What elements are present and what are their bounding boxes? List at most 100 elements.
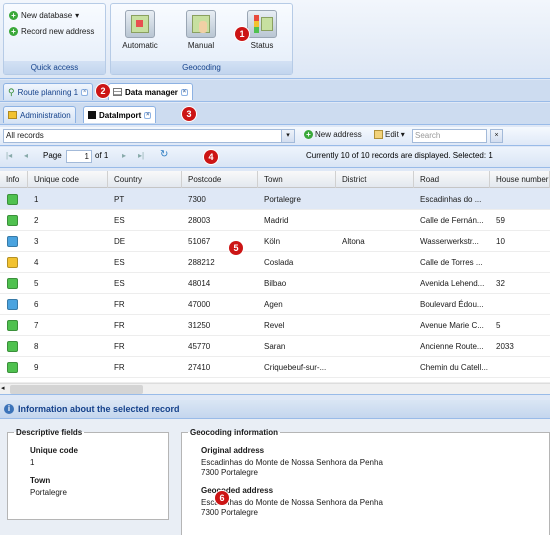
cell-house-number: [490, 294, 550, 315]
cell-postcode: 28003: [188, 216, 211, 225]
tab-dataimport[interactable]: DataImport ×: [83, 106, 157, 123]
status-blue-icon: [7, 299, 18, 310]
cell-country: FR: [114, 300, 125, 309]
record-new-address-button[interactable]: + Record new address: [9, 27, 94, 36]
cell-house-number: [490, 357, 550, 378]
tab-administration[interactable]: Administration: [3, 106, 76, 123]
callout-badge-3: 3: [182, 107, 196, 121]
info-panel-header: i Information about the selected record: [0, 400, 550, 419]
cell-town: Bilbao: [264, 279, 287, 288]
info-icon: i: [4, 404, 14, 414]
cell-road: Escadinhas do ...: [420, 195, 482, 204]
page-number-input[interactable]: 1: [66, 150, 92, 163]
cell-house-number: [490, 252, 550, 273]
cell-house-number: 59: [496, 216, 505, 225]
status-icon: [247, 10, 277, 38]
town-label: Town: [30, 476, 51, 485]
callout-badge-5: 5: [229, 241, 243, 255]
record-filter-select[interactable]: All records ▾: [3, 129, 295, 143]
page-label: Page: [43, 151, 62, 160]
new-address-button[interactable]: + New address: [304, 130, 362, 139]
tab-administration-label: Administration: [20, 110, 71, 120]
cell-town: Portalegre: [264, 195, 301, 204]
tab-data-manager[interactable]: Data manager ×: [108, 83, 193, 100]
tab-data-manager-label: Data manager: [125, 87, 178, 97]
column-header-postcode[interactable]: Postcode: [182, 171, 258, 188]
status-green-icon: [7, 341, 18, 352]
record-toolbar: All records ▾ + New address Edit ▾ Searc…: [0, 127, 550, 146]
cell-town: Criquebeuf-sur-...: [264, 363, 327, 372]
quick-access-group: + New database ▾ + Record new address Qu…: [3, 3, 106, 75]
table-row[interactable]: 6 FR 47000 Agen Boulevard Édou...: [0, 294, 550, 315]
geocoded-address-line2: 7300 Portalegre: [201, 508, 258, 517]
column-header-district[interactable]: District: [336, 171, 414, 188]
scroll-left-icon[interactable]: ◂: [1, 384, 5, 392]
table-row[interactable]: 4 ES 288212 Coslada Calle de Torres ...: [0, 252, 550, 273]
cell-road: Calle de Torres ...: [420, 258, 483, 267]
status-green-icon: [7, 215, 18, 226]
quick-access-caption: Quick access: [4, 61, 105, 74]
cell-town: Köln: [264, 237, 281, 246]
cell-unique-code: 7: [34, 321, 39, 330]
table-row[interactable]: 2 ES 28003 Madrid Calle de Fernán... 59: [0, 210, 550, 231]
table-row[interactable]: 8 FR 45770 Saran Ancienne Route... 2033: [0, 336, 550, 357]
horizontal-scrollbar[interactable]: ◂: [0, 383, 550, 394]
geocoded-address-label: Geocoded address: [201, 486, 274, 495]
descriptive-fields-box: Descriptive fields Unique code 1 Town Po…: [7, 428, 169, 520]
table-row[interactable]: 5 ES 48014 Bilbao Avenida Lehend... 32: [0, 273, 550, 294]
prev-page-icon[interactable]: ◂: [24, 151, 28, 160]
dropdown-arrow-icon: ▾: [400, 130, 405, 139]
column-header-road[interactable]: Road: [414, 171, 490, 188]
tab-route-planning[interactable]: ⚲ Route planning 1 ×: [3, 83, 94, 100]
column-header-country[interactable]: Country: [108, 171, 182, 188]
search-input[interactable]: Search: [412, 129, 487, 143]
cell-postcode: 27410: [188, 363, 211, 372]
cell-town: Saran: [264, 342, 286, 351]
refresh-icon[interactable]: ↻: [160, 149, 168, 160]
close-icon[interactable]: ×: [144, 111, 152, 119]
manual-button[interactable]: Manual: [176, 8, 226, 58]
column-header-house-number[interactable]: House number: [490, 171, 550, 188]
geocoding-information-box: Geocoding information Original address E…: [181, 428, 550, 535]
dropdown-arrow-icon: ▾: [75, 11, 80, 20]
sub-tab-bar: Administration DataImport ×: [0, 103, 550, 125]
geocoding-caption: Geocoding: [111, 61, 292, 74]
close-icon[interactable]: ×: [180, 88, 188, 96]
last-page-icon[interactable]: ▸|: [138, 151, 144, 160]
cell-country: FR: [114, 342, 125, 351]
cell-road: Boulevard Édou...: [420, 300, 484, 309]
cell-road: Avenida Lehend...: [420, 279, 485, 288]
cell-unique-code: 2: [34, 216, 39, 225]
next-page-icon[interactable]: ▸: [122, 151, 126, 160]
edit-button[interactable]: Edit ▾: [374, 130, 405, 139]
table-row[interactable]: 7 FR 31250 Revel Avenue Marie C... 5: [0, 315, 550, 336]
cell-postcode: 31250: [188, 321, 211, 330]
cell-unique-code: 6: [34, 300, 39, 309]
plus-icon: +: [9, 27, 18, 36]
automatic-button[interactable]: Automatic: [115, 8, 165, 58]
ribbon: + New database ▾ + Record new address Qu…: [0, 0, 550, 79]
cell-country: FR: [114, 321, 125, 330]
first-page-icon[interactable]: |◂: [6, 151, 12, 160]
cell-house-number: 5: [496, 321, 501, 330]
cell-house-number: 32: [496, 279, 505, 288]
column-header-unique-code[interactable]: Unique code: [28, 171, 108, 188]
status-label: Status: [250, 41, 274, 50]
chevron-down-icon[interactable]: ▾: [281, 130, 294, 142]
column-header-town[interactable]: Town: [258, 171, 336, 188]
cell-unique-code: 3: [34, 237, 39, 246]
edit-icon: [374, 130, 383, 139]
table-row[interactable]: 3 DE 51067 Köln Altona Wasserwerkstr... 10: [0, 231, 550, 252]
scrollbar-thumb[interactable]: [10, 385, 143, 394]
records-status: Currently 10 of 10 records are displayed…: [306, 151, 493, 160]
status-blue-icon: [7, 236, 18, 247]
table-row[interactable]: 1 PT 7300 Portalegre Escadinhas do ...: [0, 189, 550, 210]
table-row[interactable]: 9 FR 27410 Criquebeuf-sur-... Chemin du Cate…: [0, 357, 550, 378]
new-database-button[interactable]: + New database ▾: [9, 11, 79, 20]
column-header-info[interactable]: Info: [0, 171, 28, 188]
close-icon[interactable]: ×: [81, 88, 89, 96]
plus-icon: +: [9, 11, 18, 20]
page-count-label: of 1: [95, 151, 109, 160]
cell-town: Madrid: [264, 216, 289, 225]
clear-search-icon[interactable]: ×: [490, 129, 503, 143]
